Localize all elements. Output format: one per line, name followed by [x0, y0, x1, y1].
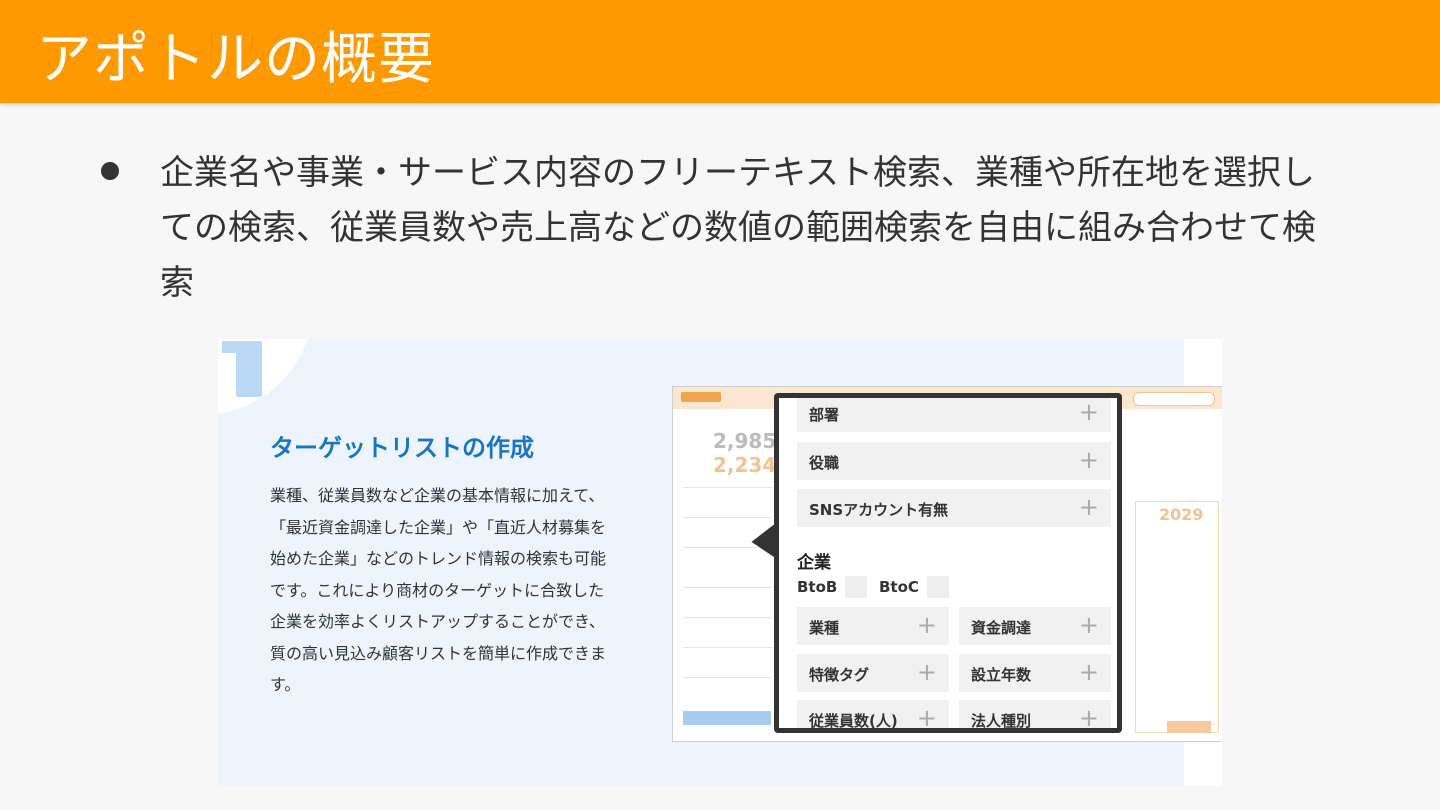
- plus-icon[interactable]: +: [917, 704, 937, 728]
- filter-label: 資金調達: [971, 619, 1032, 637]
- filter-label: 特徴タグ: [809, 666, 870, 684]
- divider: [683, 647, 773, 648]
- btoc-checkbox[interactable]: [927, 576, 949, 598]
- bullet-text: 企業名や事業・サービス内容のフリーテキスト検索、業種や所在地を選択しての検索、従…: [160, 153, 1316, 303]
- filter-row-sns[interactable]: SNSアカウント有無 +: [797, 489, 1111, 527]
- filter-zoom-panel: 部署 + 役職 + SNSアカウント有無 + 企業 BtoB BtoC 業種 +…: [774, 393, 1122, 733]
- app-logo: [681, 392, 721, 402]
- filter-label: 法人種別: [971, 712, 1032, 730]
- bullet-dot: [101, 162, 119, 180]
- plus-icon[interactable]: +: [1079, 398, 1099, 426]
- section-title: ターゲットリストの作成: [270, 434, 534, 462]
- filter-row-feature-tags[interactable]: 特徴タグ +: [797, 654, 949, 692]
- divider: [683, 487, 773, 488]
- step-number-graphic: [222, 341, 262, 397]
- filter-row-years-established[interactable]: 設立年数 +: [959, 654, 1111, 692]
- filter-row-industry[interactable]: 業種 +: [797, 607, 949, 645]
- filter-label: 部署: [809, 406, 840, 424]
- filter-row-department[interactable]: 部署 +: [797, 398, 1111, 432]
- slide-header: アポトルの概要: [0, 0, 1440, 103]
- plus-icon[interactable]: +: [1079, 493, 1099, 521]
- plus-icon[interactable]: +: [1079, 704, 1099, 728]
- search-button[interactable]: [683, 711, 771, 725]
- divider: [683, 517, 773, 518]
- company-heading: 企業: [797, 553, 831, 573]
- filter-label: 従業員数(人): [809, 712, 898, 730]
- filter-label: 役職: [809, 454, 840, 472]
- divider: [683, 587, 773, 588]
- filter-row-funding[interactable]: 資金調達 +: [959, 607, 1111, 645]
- plus-icon[interactable]: +: [1079, 611, 1099, 639]
- section-body: 業種、従業員数など企業の基本情報に加えて、「最近資金調達した企業」や「直近人材募…: [270, 486, 607, 694]
- filter-label: 設立年数: [971, 666, 1032, 684]
- filter-label: SNSアカウント有無: [809, 501, 949, 519]
- filter-row-employees[interactable]: 従業員数(人) +: [797, 700, 949, 730]
- results-button[interactable]: [1167, 721, 1211, 733]
- btob-label: BtoB: [797, 578, 838, 596]
- app-topbar-pill: [1133, 392, 1215, 406]
- plus-icon[interactable]: +: [1079, 658, 1099, 686]
- filter-row-corporation-type[interactable]: 法人種別 +: [959, 700, 1111, 730]
- btoc-label: BtoC: [879, 578, 919, 596]
- feature-panel: ターゲットリストの作成 業種、従業員数など企業の基本情報に加えて、「最近資金調達…: [218, 339, 1222, 786]
- filter-row-position[interactable]: 役職 +: [797, 442, 1111, 480]
- plus-icon[interactable]: +: [917, 611, 937, 639]
- divider: [683, 617, 773, 618]
- slide-title: アポトルの概要: [36, 27, 435, 92]
- plus-icon[interactable]: +: [917, 658, 937, 686]
- divider: [683, 677, 773, 678]
- btob-checkbox[interactable]: [845, 576, 867, 598]
- filter-label: 業種: [809, 619, 840, 637]
- results-box: [1135, 501, 1219, 733]
- plus-icon[interactable]: +: [1079, 446, 1099, 474]
